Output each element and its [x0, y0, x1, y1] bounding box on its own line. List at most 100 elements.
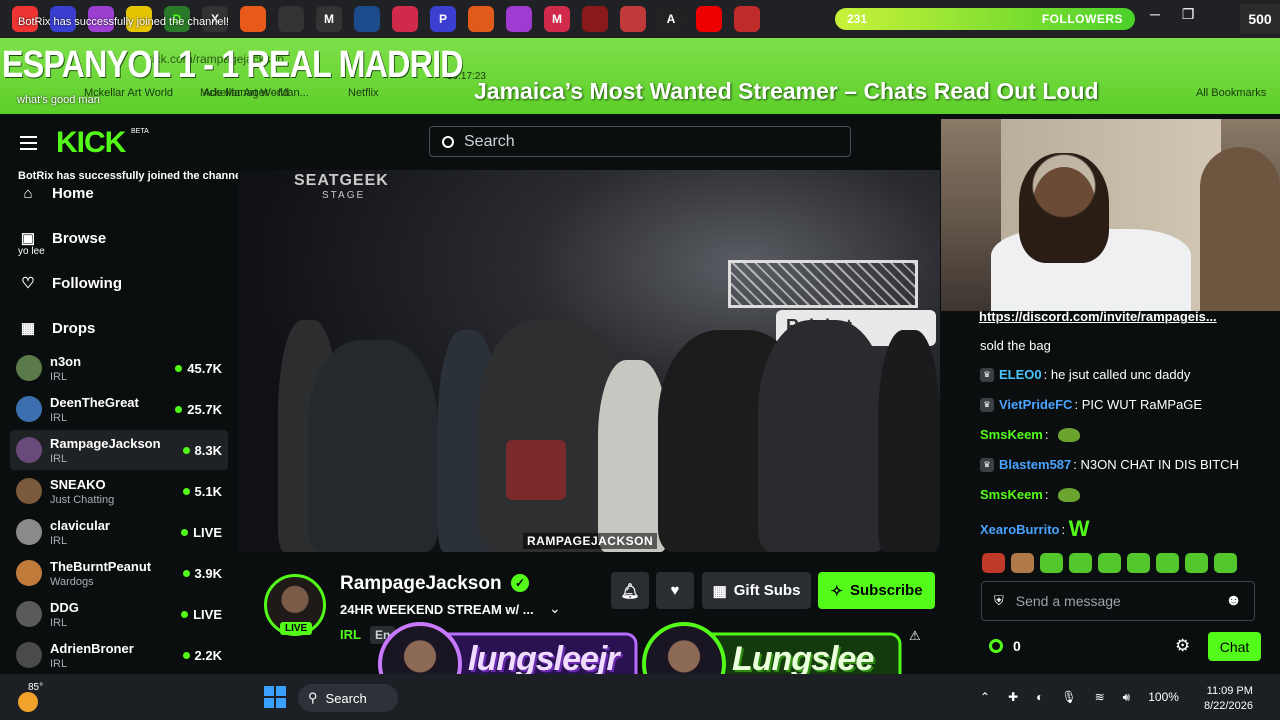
- emote[interactable]: [982, 553, 1005, 573]
- tab-favicon[interactable]: [354, 6, 380, 32]
- tab-favicon[interactable]: [468, 6, 494, 32]
- subscribe-label: Subscribe: [850, 582, 923, 599]
- nav-home[interactable]: ⌂ Home: [18, 178, 93, 208]
- nav-drops[interactable]: ▦ Drops: [18, 313, 95, 343]
- streamer-name[interactable]: RampageJackson: [340, 573, 502, 595]
- chat-message-input[interactable]: [1015, 593, 1226, 609]
- channel-category: IRL: [50, 452, 68, 465]
- sidebar-channel-ddg[interactable]: DDG IRL LIVE: [10, 594, 228, 634]
- channel-viewers: 25.7K: [175, 402, 222, 417]
- emote[interactable]: [1127, 553, 1150, 573]
- maximize-icon[interactable]: ❐: [1182, 6, 1195, 23]
- minimize-icon[interactable]: ─: [1150, 6, 1160, 23]
- channel-viewers: LIVE: [181, 525, 222, 540]
- emote[interactable]: [1156, 553, 1179, 573]
- gear-icon[interactable]: ⚙: [1175, 636, 1190, 656]
- heart-icon: ♥: [670, 582, 680, 599]
- bookmark-item-ads[interactable]: Ads Manager - Man...: [203, 87, 309, 99]
- emote[interactable]: [1185, 553, 1208, 573]
- chat-username[interactable]: SmsKeem: [980, 427, 1043, 442]
- wifi-icon[interactable]: ≋: [1095, 690, 1105, 705]
- taskbar-clock[interactable]: 11:09 PM 8/22/2026: [1204, 684, 1253, 714]
- search-input[interactable]: [464, 132, 824, 151]
- emote[interactable]: [1011, 553, 1034, 573]
- bookmark-item-netflix[interactable]: Netflix: [348, 87, 379, 99]
- chevron-down-icon[interactable]: ⌄: [549, 600, 561, 617]
- sidebar-channel-clavicular[interactable]: clavicular IRL LIVE: [10, 512, 228, 552]
- chat-colon: :: [1074, 397, 1082, 412]
- channel-text: TheBurntPeanut Wardogs: [50, 559, 183, 588]
- webcam-door: [1200, 147, 1280, 311]
- live-dot-icon: [182, 446, 190, 454]
- taskbar-search[interactable]: ⚲ Search: [298, 684, 398, 712]
- search-bar[interactable]: [429, 126, 851, 157]
- tab-favicon[interactable]: [278, 6, 304, 32]
- report-icon[interactable]: ⚠: [909, 628, 921, 644]
- tab-favicon[interactable]: M: [316, 6, 342, 32]
- pinned-message-link[interactable]: https://discord.com/invite/rampageis...: [979, 309, 1217, 324]
- channel-avatar: [16, 642, 42, 668]
- sidebar-channel-n3on[interactable]: n3on IRL 45.7K: [10, 348, 228, 388]
- gift-subs-button[interactable]: ▦ Gift Subs: [702, 572, 811, 609]
- chat-username[interactable]: SmsKeem: [980, 487, 1043, 502]
- emote[interactable]: [1098, 553, 1121, 573]
- tab-favicon[interactable]: P: [430, 6, 456, 32]
- channel-points[interactable]: 0: [989, 638, 1021, 654]
- microphone-icon[interactable]: 🎙︎: [1061, 690, 1076, 705]
- emote[interactable]: [1214, 553, 1237, 573]
- tab-favicon[interactable]: [240, 6, 266, 32]
- emote-quick-row: [982, 553, 1237, 573]
- tab-favicon[interactable]: M: [544, 6, 570, 32]
- chat-username[interactable]: ELEO0: [999, 367, 1042, 382]
- points-icon: [989, 639, 1003, 653]
- emote[interactable]: [1040, 553, 1063, 573]
- windows-start-icon[interactable]: [264, 686, 286, 708]
- nav-following[interactable]: ♡ Following: [18, 268, 122, 298]
- tab-favicon[interactable]: [506, 6, 532, 32]
- channel-category: IRL: [50, 657, 68, 670]
- follow-heart-button[interactable]: ♥: [656, 572, 694, 609]
- sidebar-channel-sneako[interactable]: SNEAKO Just Chatting 5.1K: [10, 471, 228, 511]
- sidebar-channel-deenthegreat[interactable]: DeenTheGreat IRL 25.7K: [10, 389, 228, 429]
- tab-favicon[interactable]: [582, 6, 608, 32]
- weather-icon[interactable]: [18, 692, 38, 712]
- chat-username[interactable]: VietPrideFC: [999, 397, 1072, 412]
- menu-icon[interactable]: [20, 136, 37, 154]
- notification-bell-button[interactable]: 🔔︎: [611, 572, 649, 609]
- volume-icon[interactable]: 🔊︎: [1123, 690, 1131, 705]
- category-tag[interactable]: IRL: [340, 627, 361, 642]
- tab-favicon[interactable]: [392, 6, 418, 32]
- battery-value[interactable]: 100%: [1148, 690, 1179, 705]
- tab-favicon[interactable]: A: [658, 6, 684, 32]
- subscribe-button[interactable]: ✧ Subscribe: [818, 572, 935, 609]
- kick-logo[interactable]: KICK: [56, 126, 126, 160]
- tab-favicon[interactable]: [620, 6, 646, 32]
- chat-input-box[interactable]: ⛨ ☻: [981, 581, 1255, 621]
- clock-time: 11:09 PM: [1206, 685, 1253, 697]
- chat-colon: :: [1043, 367, 1051, 382]
- bookmark-item-all[interactable]: All Bookmarks: [1196, 87, 1266, 99]
- emote[interactable]: [1069, 553, 1092, 573]
- viewer-count: 25.7K: [187, 401, 222, 417]
- shield-icon[interactable]: ⛨: [994, 593, 1004, 609]
- chat-colon: :: [1073, 457, 1081, 472]
- stage-truss: [728, 260, 918, 308]
- tab-favicon[interactable]: [734, 6, 760, 32]
- channel-text: n3on IRL: [50, 354, 175, 383]
- chat-message: ♛ VietPrideFC: PIC WUT RaMPaGE: [980, 397, 1202, 412]
- heart-icon: ♡: [21, 275, 35, 292]
- sidebar-channel-adrienbroner[interactable]: AdrienBroner IRL 2.2K: [10, 635, 228, 675]
- app-tray-icon[interactable]: ✚: [1008, 690, 1018, 705]
- sidebar-channel-theburntpeanut[interactable]: TheBurntPeanut Wardogs 3.9K: [10, 553, 228, 593]
- chat-username[interactable]: XearoBurrito: [980, 522, 1059, 537]
- video-player[interactable]: SEATGEEK STAGE Rainbet: [238, 170, 940, 552]
- chat-username[interactable]: Blastem587: [999, 457, 1071, 472]
- emoji-icon[interactable]: ☻: [1225, 592, 1242, 610]
- overlay-chat-message: what's good man: [17, 94, 100, 106]
- tab-favicon-youtube[interactable]: [696, 6, 722, 32]
- search-icon: [442, 135, 454, 148]
- app-tray-icon[interactable]: ◐: [1036, 690, 1043, 705]
- sidebar-channel-rampagejackson[interactable]: RampageJackson IRL 8.3K: [10, 430, 228, 470]
- chat-send-button[interactable]: Chat: [1208, 632, 1261, 661]
- chevron-up-icon[interactable]: ⌃: [980, 690, 990, 705]
